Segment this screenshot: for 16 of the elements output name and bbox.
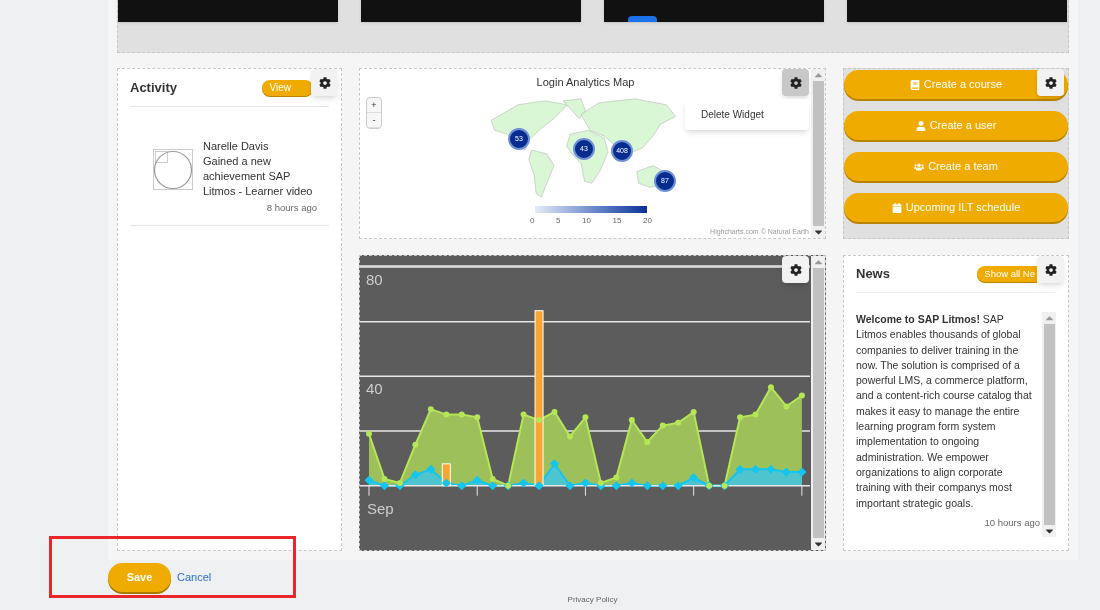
- axis-label: 80: [366, 270, 383, 288]
- legend-label: 5: [556, 215, 561, 227]
- legend-label: 10: [582, 215, 591, 227]
- news-time: 10 hours ago: [984, 515, 1040, 530]
- widget-title: Activity: [130, 79, 177, 98]
- legend-label: 15: [612, 215, 622, 227]
- user-name: Narelle Davis: [203, 139, 270, 154]
- axis-label: 40: [366, 380, 383, 398]
- legend-label: 20: [643, 215, 652, 227]
- legend-label: 0: [530, 215, 535, 227]
- axis-label: Sep: [367, 499, 394, 517]
- widget-title: News: [856, 265, 890, 284]
- activity-text: Gained a new achievement SAP Litmos - Learner video: [203, 154, 314, 199]
- activity-time: 8 hours ago: [266, 201, 317, 215]
- news-text: Welcome to SAP Litmos! SAP Litmos enables thousands of global companies to deliver training in the now. The solution is comprised of a powerful LMS, a commerce platform, and a content-rich course catalog that makes it easy to manage the entire learning program form system implementation to ongoing administration. We empower organizations to align corporate training with their companys most important strategic goals.: [856, 312, 1033, 511]
- map-title: Login Analytics Map: [536, 75, 635, 90]
